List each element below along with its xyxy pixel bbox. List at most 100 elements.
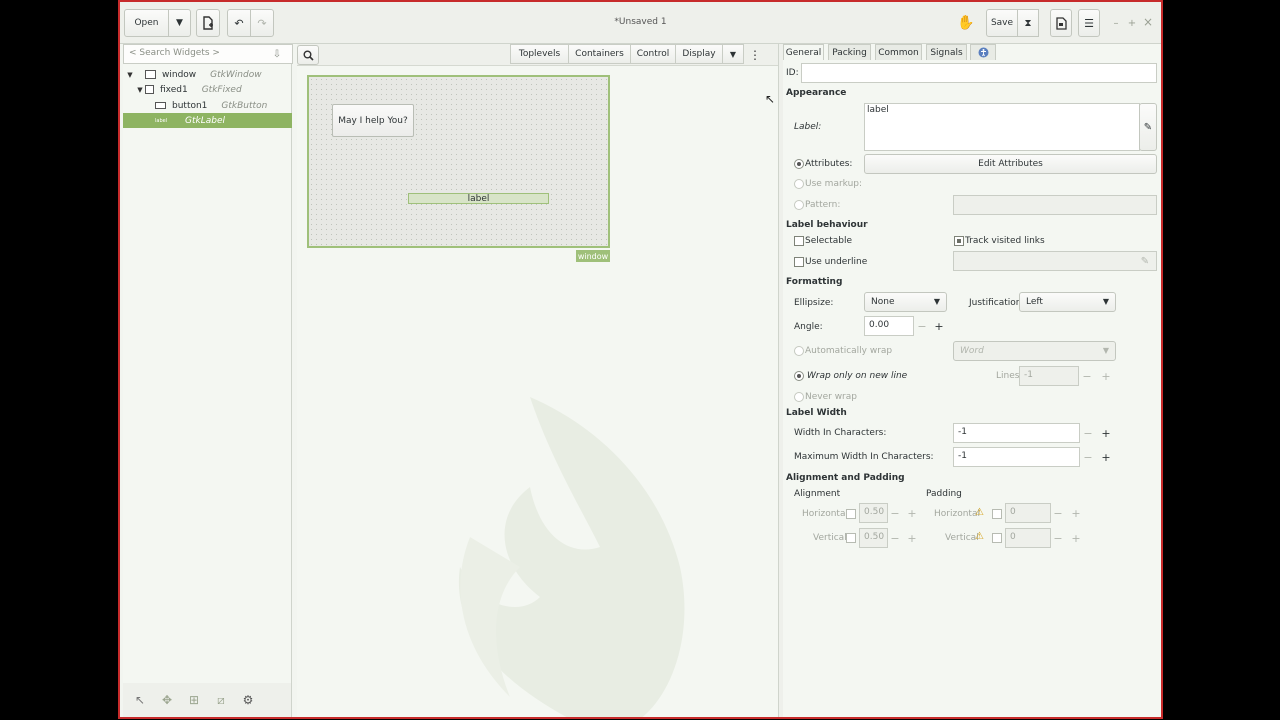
tab-packing[interactable]: Packing <box>828 44 871 60</box>
max-width-chars-decrement-button[interactable]: − <box>1079 447 1097 467</box>
search-icon <box>303 50 314 61</box>
mnemonic-widget-field[interactable] <box>953 251 1157 271</box>
valign-increment-button[interactable]: + <box>903 528 921 548</box>
glade-watermark-icon <box>458 397 685 717</box>
tree-row-window[interactable]: ▼ window GtkWindow <box>125 67 292 82</box>
glade-logo-icon: ✋ <box>957 15 975 31</box>
select-pointer-icon[interactable]: ↖ <box>133 693 147 707</box>
tree-row-type: GtkWindow <box>210 69 262 80</box>
search-dropdown-icon[interactable]: ⇩ <box>270 47 284 61</box>
maximize-button[interactable]: + <box>1126 16 1138 30</box>
widget-search-input[interactable]: < Search Widgets > <box>123 44 293 64</box>
width-chars-increment-button[interactable]: + <box>1097 423 1115 443</box>
lines-increment-button[interactable]: + <box>1097 366 1115 386</box>
use-underline-checkbox[interactable] <box>794 257 804 267</box>
expander-icon[interactable]: ▼ <box>135 86 145 94</box>
palette-control-button[interactable]: Control <box>630 44 676 64</box>
valign-checkbox[interactable] <box>846 533 856 543</box>
widget-palette-bar: Toplevels Containers Control Display ▼ ⋮ <box>297 44 778 66</box>
selectable-label: Selectable <box>805 236 853 246</box>
halign-decrement-button[interactable]: − <box>886 503 904 523</box>
drag-resize-icon[interactable]: ✥ <box>160 693 174 707</box>
hpad-field[interactable]: 0 <box>1005 503 1051 523</box>
save-button[interactable]: Save <box>986 9 1018 37</box>
vpad-increment-button[interactable]: + <box>1067 528 1085 548</box>
tree-row-name: window <box>162 69 197 80</box>
preview-window-widget[interactable] <box>307 75 610 248</box>
use-markup-radio[interactable] <box>794 179 804 189</box>
max-width-chars-field[interactable]: -1 <box>953 447 1080 467</box>
more-options-icon[interactable]: ⋮ <box>747 46 763 64</box>
auto-wrap-radio[interactable] <box>794 346 804 356</box>
minimize-button[interactable]: – <box>1110 16 1122 30</box>
attributes-radio[interactable] <box>794 159 804 169</box>
warning-icon: ⚠ <box>975 507 984 518</box>
wrap-mode-combo[interactable]: Word ▼ <box>953 341 1116 361</box>
glade-window: Open ▼ ↶ ↷ *Unsaved 1 ✋ Save ⧗ ☰ – + × <… <box>118 0 1163 719</box>
preview-label-widget[interactable]: label <box>408 193 549 204</box>
chevron-down-icon: ▼ <box>1102 346 1109 355</box>
tab-common[interactable]: Common <box>875 44 922 60</box>
selectable-checkbox[interactable] <box>794 236 804 246</box>
angle-field[interactable]: 0.00 <box>864 316 914 336</box>
halign-increment-button[interactable]: + <box>903 503 921 523</box>
palette-more-dropdown[interactable]: ▼ <box>722 44 744 64</box>
label-edit-button[interactable]: ✎ <box>1139 103 1157 151</box>
angle-increment-button[interactable]: + <box>930 316 948 336</box>
hpad-increment-button[interactable]: + <box>1067 503 1085 523</box>
pattern-field[interactable] <box>953 195 1157 215</box>
appearance-heading: Appearance <box>786 88 847 98</box>
valign-decrement-button[interactable]: − <box>886 528 904 548</box>
palette-display-button[interactable]: Display <box>675 44 723 64</box>
angle-decrement-button[interactable]: − <box>913 316 931 336</box>
track-visited-label: Track visited links <box>965 236 1045 246</box>
never-wrap-radio[interactable] <box>794 392 804 402</box>
alignment-subheading: Alignment <box>794 489 841 499</box>
width-chars-label: Width In Characters: <box>794 428 887 438</box>
wrap-newline-radio[interactable] <box>794 371 804 381</box>
id-field[interactable] <box>801 63 1157 83</box>
label-text-field[interactable]: label <box>864 103 1140 151</box>
lines-field[interactable]: -1 <box>1019 366 1079 386</box>
justification-combo[interactable]: Left ▼ <box>1019 292 1116 312</box>
attributes-label: Attributes: <box>805 159 853 169</box>
track-visited-checkbox[interactable] <box>954 236 964 246</box>
palette-search-button[interactable] <box>297 45 319 65</box>
max-width-chars-label: Maximum Width In Characters: <box>794 452 934 462</box>
halign-checkbox[interactable] <box>846 509 856 519</box>
settings-gears-icon[interactable]: ⚙ <box>241 693 255 707</box>
max-width-chars-increment-button[interactable]: + <box>1097 447 1115 467</box>
palette-containers-button[interactable]: Containers <box>568 44 631 64</box>
width-chars-decrement-button[interactable]: − <box>1079 423 1097 443</box>
tab-accessibility[interactable] <box>970 44 996 60</box>
width-chars-field[interactable]: -1 <box>953 423 1080 443</box>
expander-icon[interactable]: ▼ <box>125 71 135 79</box>
auto-wrap-label: Automatically wrap <box>805 346 893 356</box>
valign-field[interactable]: 0.50 <box>859 528 888 548</box>
tree-row-label[interactable]: label GtkLabel <box>123 113 292 128</box>
main-menu-button[interactable]: ☰ <box>1078 9 1100 37</box>
close-button[interactable]: × <box>1142 15 1154 29</box>
pattern-radio[interactable] <box>794 200 804 210</box>
align-edit-icon[interactable]: ⧄ <box>214 693 228 707</box>
tree-row-fixed1[interactable]: ▼ fixed1 GtkFixed <box>125 82 292 97</box>
palette-toplevels-button[interactable]: Toplevels <box>510 44 569 64</box>
hpad-decrement-button[interactable]: − <box>1049 503 1067 523</box>
ellipsize-combo[interactable]: None ▼ <box>864 292 947 312</box>
edit-attributes-button[interactable]: Edit Attributes <box>864 154 1157 174</box>
vpad-decrement-button[interactable]: − <box>1049 528 1067 548</box>
tab-signals[interactable]: Signals <box>926 44 967 60</box>
preview-button-widget[interactable]: May I help You? <box>332 104 414 137</box>
save-as-button[interactable]: ⧗ <box>1017 9 1039 37</box>
preview-button[interactable] <box>1050 9 1072 37</box>
lines-decrement-button[interactable]: − <box>1078 366 1096 386</box>
halign-field[interactable]: 0.50 <box>859 503 888 523</box>
tree-row-button1[interactable]: button1 GtkButton <box>125 98 292 113</box>
vpad-field[interactable]: 0 <box>1005 528 1051 548</box>
margin-edit-icon[interactable]: ⊞ <box>187 693 201 707</box>
hpad-checkbox[interactable] <box>992 509 1002 519</box>
tree-toolbar: ↖ ✥ ⊞ ⧄ ⚙ <box>123 683 292 717</box>
chevron-down-icon: ▼ <box>1102 297 1109 306</box>
vpad-checkbox[interactable] <box>992 533 1002 543</box>
tab-general[interactable]: General <box>783 44 824 60</box>
